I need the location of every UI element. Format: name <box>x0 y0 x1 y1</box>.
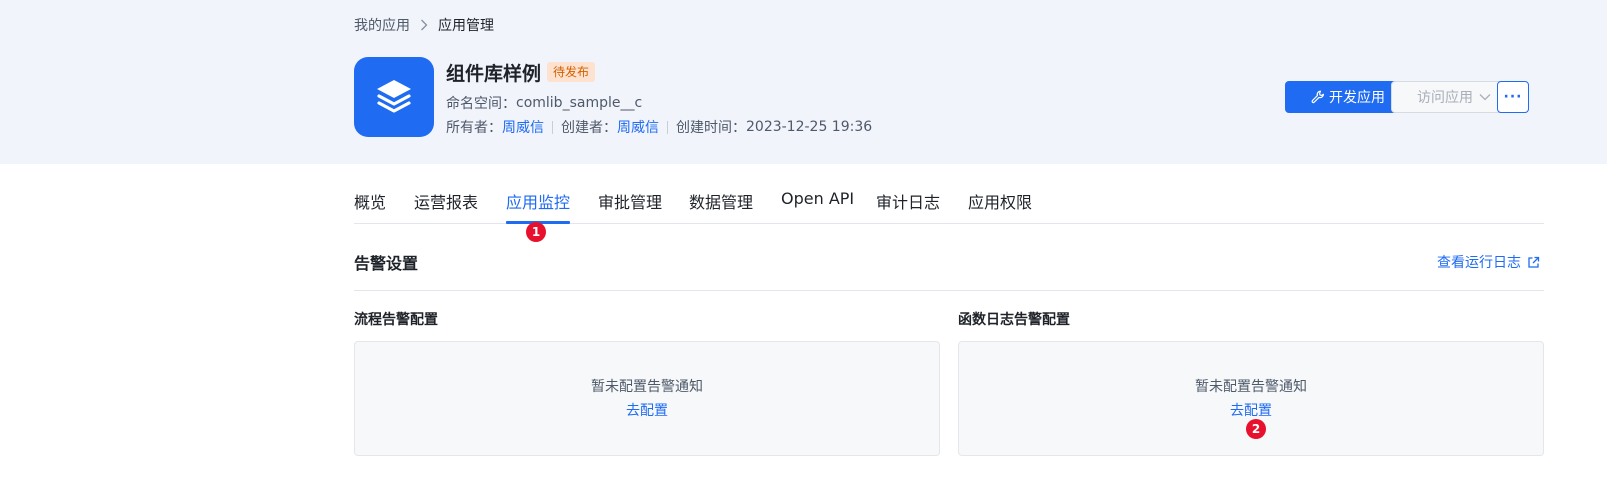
namespace-label: 命名空间： <box>446 96 516 112</box>
app-tabs: 概览 运营报表 应用监控 审批管理 数据管理 Open API 审计日志 应用权… <box>354 176 1544 224</box>
flow-alert-empty-text: 暂未配置告警通知 <box>591 379 703 395</box>
function-log-alert-card: 暂未配置告警通知 去配置 <box>958 341 1544 456</box>
tab-audit-log[interactable]: 审计日志 <box>876 189 940 213</box>
app-meta-line: 所有者： 周威信 创建者： 周威信 创建时间： 2023-12-25 19:36 <box>446 117 872 137</box>
function-log-alert-title: 函数日志告警配置 <box>958 312 1070 328</box>
namespace-value: comlib_sample__c <box>516 95 643 111</box>
app-logo <box>354 57 434 137</box>
function-log-alert-configure-link[interactable]: 去配置 <box>1230 403 1272 419</box>
more-actions-button[interactable]: ··· <box>1497 81 1529 113</box>
step-marker-1: 1 <box>526 222 546 242</box>
section-title: 告警设置 <box>354 254 419 273</box>
view-run-log-label: 查看运行日志 <box>1437 255 1521 271</box>
visit-app-label: 访问应用 <box>1417 90 1473 106</box>
chevron-right-icon <box>420 19 428 31</box>
app-header: 我的应用 应用管理 组件库样例 待发布 命名空间： comlib_sample_… <box>0 0 1607 164</box>
tab-approval-management[interactable]: 审批管理 <box>598 189 662 213</box>
owner-label: 所有者： <box>446 120 502 136</box>
external-link-icon <box>1528 256 1540 268</box>
chevron-down-icon <box>1479 94 1491 101</box>
tab-data-management[interactable]: 数据管理 <box>689 189 753 213</box>
step-marker-2: 2 <box>1246 419 1266 439</box>
tab-app-monitoring[interactable]: 应用监控 <box>506 189 570 213</box>
wrench-icon <box>1311 90 1324 104</box>
namespace-line: 命名空间： comlib_sample__c <box>446 93 642 113</box>
more-icon: ··· <box>1503 89 1523 105</box>
tab-operation-report[interactable]: 运营报表 <box>414 189 478 213</box>
flow-alert-configure-link[interactable]: 去配置 <box>626 403 668 419</box>
tab-app-permissions[interactable]: 应用权限 <box>968 189 1032 213</box>
creator-label: 创建者： <box>561 120 617 136</box>
app-title: 组件库样例 <box>446 62 542 85</box>
tab-overview[interactable]: 概览 <box>354 189 386 213</box>
section-divider <box>354 290 1544 291</box>
breadcrumb-my-apps[interactable]: 我的应用 <box>354 15 410 35</box>
breadcrumb-current: 应用管理 <box>438 18 494 34</box>
owner-link[interactable]: 周威信 <box>502 117 544 137</box>
breadcrumb: 我的应用 应用管理 <box>354 15 494 35</box>
layers-icon <box>377 80 411 113</box>
flow-alert-title: 流程告警配置 <box>354 312 438 328</box>
develop-app-label: 开发应用 <box>1329 90 1385 106</box>
tab-open-api[interactable]: Open API <box>781 189 854 208</box>
meta-divider <box>552 120 553 134</box>
meta-divider <box>667 120 668 134</box>
flow-alert-card: 暂未配置告警通知 去配置 <box>354 341 940 456</box>
app-title-row: 组件库样例 待发布 <box>446 58 596 86</box>
function-log-alert-empty-text: 暂未配置告警通知 <box>1195 379 1307 395</box>
creator-link[interactable]: 周威信 <box>617 117 659 137</box>
created-time-value: 2023-12-25 19:36 <box>746 119 873 135</box>
view-run-log-link[interactable]: 查看运行日志 <box>1437 252 1540 272</box>
status-badge: 待发布 <box>547 62 596 82</box>
created-time-label: 创建时间： <box>676 120 746 136</box>
